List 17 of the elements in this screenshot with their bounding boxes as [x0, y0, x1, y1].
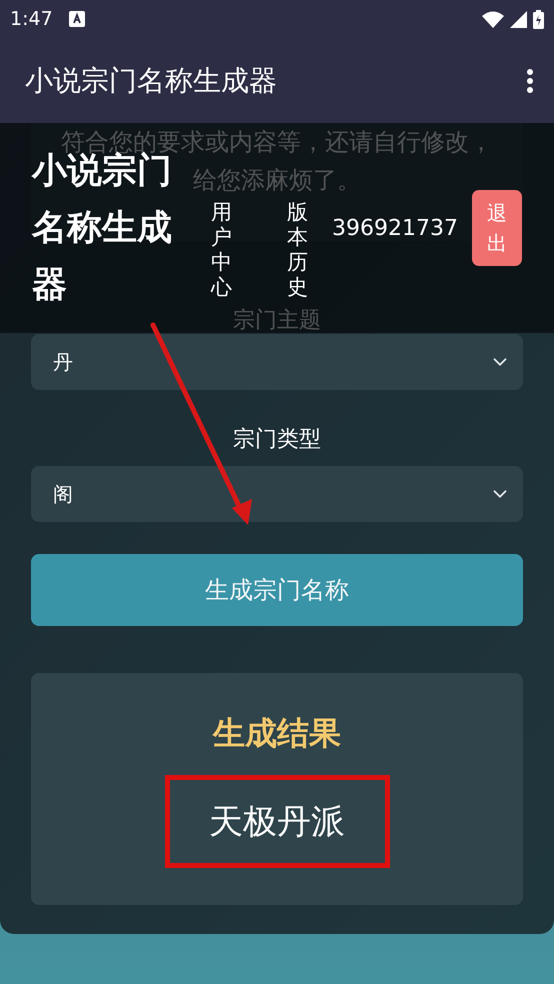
result-title: 生成结果: [213, 713, 341, 754]
signal-icon: [510, 10, 527, 28]
keyboard-icon: [68, 11, 85, 27]
clock: 1:47: [10, 8, 53, 30]
user-id: 396921737: [332, 216, 458, 240]
battery-icon: [533, 10, 544, 28]
wifi-icon: [482, 10, 504, 28]
dropdown[interactable]: 丹: [31, 334, 523, 390]
result-text: 天极丹派: [209, 800, 345, 844]
dropdown[interactable]: 阁: [31, 466, 523, 522]
field-label: 宗门类型: [233, 429, 321, 451]
nav-link[interactable]: 版本历史: [287, 200, 308, 300]
more-menu-icon[interactable]: [526, 68, 534, 94]
notice-text: 给您添麻烦了。: [193, 165, 361, 196]
app-title: 小说宗门名称生成器: [25, 62, 277, 98]
nav-link[interactable]: 用户中心: [211, 200, 232, 300]
field-label: 宗门主题: [233, 310, 321, 332]
